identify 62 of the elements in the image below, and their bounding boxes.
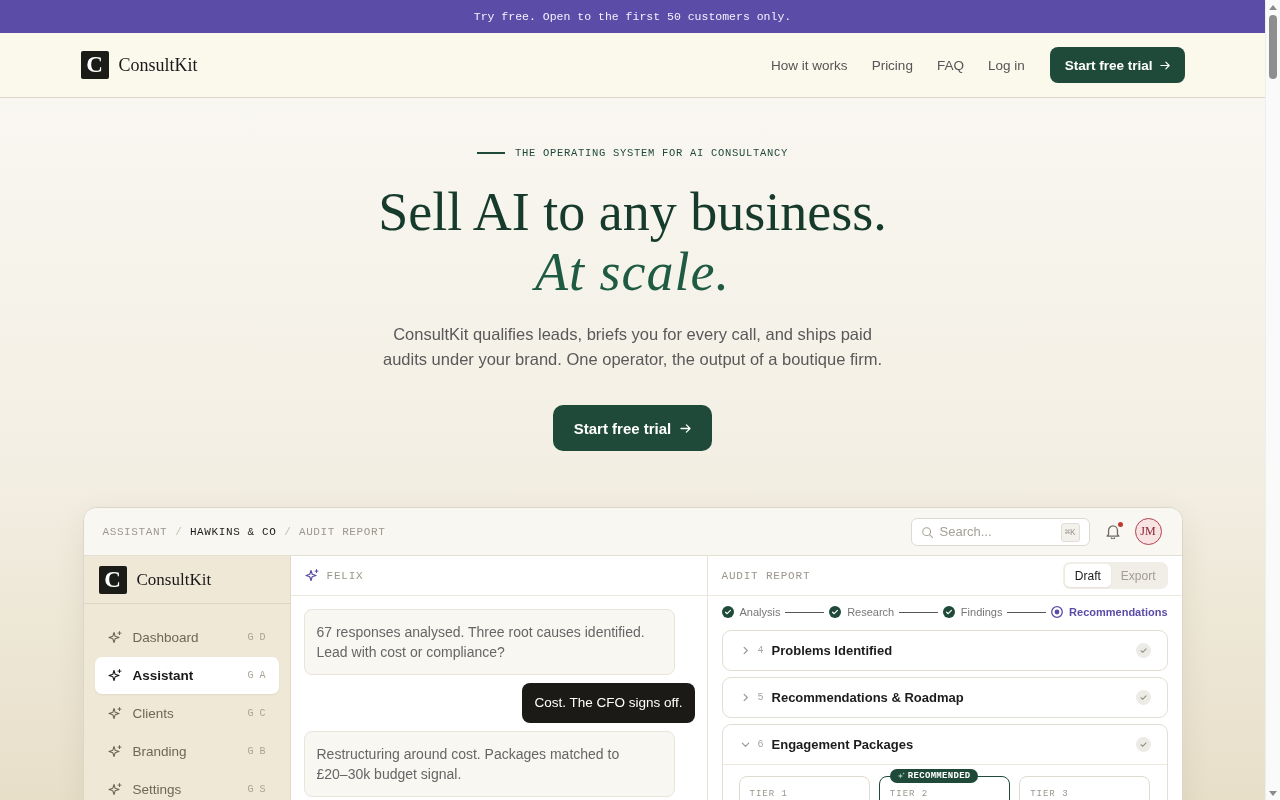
logo-mark: C — [98, 565, 127, 594]
chat-message: Restructuring around cost. Packages matched to £20–30k budget signal. — [303, 731, 675, 797]
sparkle-icon — [304, 569, 319, 582]
scrollbar[interactable] — [1265, 0, 1280, 800]
chat-message: Cost. The CFO signs off. — [522, 683, 695, 723]
step-label: Recommendations — [1069, 606, 1168, 618]
keyboard-shortcut: G D — [247, 632, 266, 643]
section-number: 6 — [757, 739, 764, 750]
section-number: 5 — [757, 692, 764, 703]
panel-title: FELIX — [326, 569, 364, 582]
arrow-right-icon — [680, 423, 692, 433]
keyboard-shortcut: G A — [247, 670, 266, 681]
recommended-label: RECOMMENDED — [907, 771, 971, 781]
sparkle-icon — [107, 707, 122, 720]
sparkle-icon — [107, 783, 122, 796]
scroll-up-icon[interactable] — [1269, 5, 1277, 10]
section-header[interactable]: 6 Engagement Packages — [722, 725, 1167, 764]
panel-title: AUDIT REPORT — [721, 569, 811, 582]
announcement-text: Try free. Open to the first 50 customers only. — [473, 10, 792, 23]
headline: Sell AI to any business. — [378, 182, 887, 242]
tier-label: TIER 1 — [749, 789, 788, 799]
section-header[interactable]: 5 Recommendations & Roadmap — [722, 678, 1167, 717]
nav-link[interactable]: Pricing — [871, 57, 913, 73]
eyebrow-text: THE OPERATING SYSTEM FOR AI CONSULTANCY — [514, 147, 788, 159]
sparkle-icon — [107, 631, 122, 644]
section-number: 4 — [757, 645, 764, 656]
keyboard-shortcut: G B — [247, 746, 266, 757]
chat-message: 67 responses analysed. Three root causes identified. Lead with cost or compliance? — [303, 609, 675, 675]
sidebar-item[interactable]: Settings G S — [94, 771, 279, 800]
sparkle-icon — [896, 772, 905, 780]
arrow-right-icon — [1159, 60, 1170, 70]
brand-name: ConsultKit — [118, 54, 198, 76]
sidebar-item[interactable]: Assistant G A — [94, 657, 279, 694]
sidebar-item[interactable]: Clients G C — [94, 695, 279, 732]
keyboard-shortcut: G C — [247, 708, 266, 719]
step-label: Analysis — [739, 606, 781, 618]
scroll-down-icon[interactable] — [1269, 791, 1277, 796]
breadcrumb-link[interactable]: HAWKINS & CO — [189, 525, 277, 538]
brand-name: ConsultKit — [136, 569, 212, 590]
scrollbar-thumb[interactable] — [1269, 15, 1277, 79]
logo-mark: C — [80, 51, 109, 79]
tier-label: TIER 3 — [1030, 789, 1069, 799]
mode-tab[interactable]: Draft — [1064, 564, 1111, 587]
sidebar-item[interactable]: Branding G B — [94, 733, 279, 770]
breadcrumb-separator: / — [284, 525, 291, 538]
sparkle-icon — [107, 669, 122, 682]
nav-link[interactable]: FAQ — [936, 57, 964, 73]
search-icon — [921, 526, 933, 538]
step-label: Research — [847, 606, 895, 618]
nav-link[interactable]: How it works — [771, 57, 848, 73]
keyboard-shortcut: G S — [247, 784, 266, 795]
bell-icon[interactable] — [1105, 524, 1120, 539]
start-trial-button[interactable]: Start free trial — [552, 405, 713, 451]
start-trial-button[interactable]: Start free trial — [1049, 47, 1185, 83]
step-label: Findings — [960, 606, 1003, 618]
section-header[interactable]: 4 Problems Identified — [722, 631, 1167, 670]
nav-link[interactable]: Log in — [987, 57, 1025, 73]
user-avatar[interactable]: JM — [1134, 518, 1162, 545]
sidebar-item[interactable]: Dashboard G D — [94, 619, 279, 656]
hero-description: ConsultKit qualifies leads, briefs you for every call, and ships paid audits under your brand. One operator, the output of a boutique firm. — [382, 324, 883, 370]
breadcrumb-separator: / — [175, 525, 182, 538]
sparkle-icon — [107, 745, 122, 758]
